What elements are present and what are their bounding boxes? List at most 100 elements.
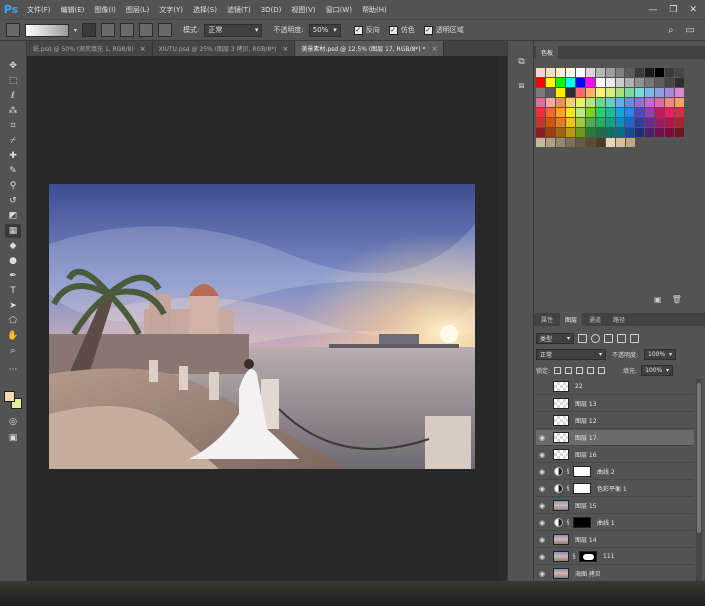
color-swatch[interactable]: [545, 118, 555, 127]
color-swatch[interactable]: [575, 128, 585, 137]
eye-icon[interactable]: ◉: [536, 415, 548, 427]
layer-row[interactable]: ◉ § 曲线 2: [536, 464, 694, 480]
lock-all-icon[interactable]: [598, 367, 606, 374]
color-swatch[interactable]: [575, 98, 585, 107]
color-swatch[interactable]: [585, 108, 595, 117]
layer-thumbnail[interactable]: [553, 415, 569, 426]
color-swatches[interactable]: [4, 391, 24, 411]
clone-stamp-tool-icon[interactable]: ⚲: [5, 179, 21, 193]
layer-row[interactable]: ◉ 图层 12: [536, 413, 694, 429]
color-swatch[interactable]: [546, 138, 555, 147]
color-swatch[interactable]: [635, 88, 645, 97]
color-swatch[interactable]: [626, 138, 635, 147]
adjustment-filter-icon[interactable]: [591, 334, 600, 343]
color-swatch[interactable]: [536, 88, 545, 97]
color-swatch[interactable]: [615, 78, 625, 87]
color-swatch[interactable]: [566, 138, 575, 147]
color-swatch[interactable]: [555, 128, 565, 137]
menu-image[interactable]: 图像(I): [89, 5, 121, 15]
color-swatch[interactable]: [545, 88, 555, 97]
color-swatch[interactable]: [575, 118, 585, 127]
color-swatch[interactable]: [595, 68, 605, 77]
color-swatch[interactable]: [545, 98, 555, 107]
color-swatch[interactable]: [595, 98, 605, 107]
eye-icon[interactable]: ◉: [536, 517, 548, 529]
smart-object-filter-icon[interactable]: [630, 334, 639, 343]
eye-icon[interactable]: ◉: [536, 551, 548, 563]
blur-tool-icon[interactable]: ◆: [5, 239, 21, 253]
layer-row[interactable]: ◉ 图层 16: [536, 447, 694, 463]
color-swatch[interactable]: [565, 118, 575, 127]
color-swatch[interactable]: [585, 88, 595, 97]
layer-row[interactable]: ◉ 海图 拷贝: [536, 566, 694, 581]
color-swatch[interactable]: [585, 128, 595, 137]
color-swatch[interactable]: [605, 68, 615, 77]
color-swatch[interactable]: [595, 78, 605, 87]
color-swatch[interactable]: [545, 128, 555, 137]
color-swatch[interactable]: [536, 128, 545, 137]
layer-row[interactable]: ◉ 图层 17: [536, 430, 694, 446]
color-swatch[interactable]: [625, 68, 635, 77]
search-icon[interactable]: ⌕: [668, 25, 674, 36]
diamond-gradient-button[interactable]: [158, 23, 173, 37]
color-swatch[interactable]: [565, 98, 575, 107]
layer-scrollbar[interactable]: [696, 379, 702, 581]
color-swatch[interactable]: [605, 108, 615, 117]
tab-swatches[interactable]: 色板: [536, 46, 559, 59]
color-swatch[interactable]: [565, 78, 575, 87]
eye-icon[interactable]: ◉: [536, 398, 548, 410]
color-swatch[interactable]: [605, 118, 615, 127]
menu-filter[interactable]: 滤镜(T): [222, 5, 256, 15]
reverse-option[interactable]: ✓ 反向: [353, 25, 380, 35]
layer-row[interactable]: ◉ 22: [536, 379, 694, 395]
layer-thumbnail[interactable]: [553, 432, 569, 443]
menu-edit[interactable]: 编辑(E): [56, 5, 90, 15]
transparency-checkbox[interactable]: ✓: [423, 25, 433, 35]
color-swatch[interactable]: [545, 108, 555, 117]
color-swatch[interactable]: [675, 78, 685, 87]
color-swatch[interactable]: [575, 88, 585, 97]
eyedropper-tool-icon[interactable]: ⌿: [5, 134, 21, 148]
layer-mask-thumbnail[interactable]: [573, 466, 591, 477]
color-swatch[interactable]: [665, 98, 675, 107]
foreground-color-swatch[interactable]: [4, 391, 15, 402]
color-swatch[interactable]: [536, 98, 545, 107]
color-swatch[interactable]: [645, 68, 655, 77]
tab-properties[interactable]: 属性: [536, 313, 558, 326]
tab-doc-2[interactable]: XIUTU.psd @ 25% (图层 3 拷贝, RGB/8*) ×: [152, 41, 296, 56]
color-swatch[interactable]: [655, 108, 665, 117]
color-swatch[interactable]: [565, 88, 575, 97]
link-icon[interactable]: §: [565, 485, 571, 492]
color-swatch[interactable]: [585, 68, 595, 77]
color-swatch[interactable]: [575, 108, 585, 117]
lock-pixels-icon[interactable]: [565, 367, 573, 374]
color-swatch[interactable]: [576, 138, 585, 147]
color-swatch[interactable]: [635, 78, 645, 87]
color-swatch[interactable]: [536, 68, 545, 77]
color-swatch[interactable]: [585, 78, 595, 87]
shape-tool-icon[interactable]: ⬠: [5, 314, 21, 328]
history-brush-tool-icon[interactable]: ↺: [5, 194, 21, 208]
color-swatch[interactable]: [675, 98, 685, 107]
eye-icon[interactable]: ◉: [536, 568, 548, 580]
close-icon[interactable]: ×: [283, 45, 289, 53]
workspace-icon[interactable]: ▭: [686, 25, 695, 36]
color-swatch[interactable]: [536, 108, 545, 117]
adjust-panel-icon[interactable]: ⧈: [515, 79, 528, 92]
color-swatch[interactable]: [645, 88, 655, 97]
color-swatch[interactable]: [675, 128, 685, 137]
menu-file[interactable]: 文件(F): [22, 5, 56, 15]
color-swatch[interactable]: [645, 98, 655, 107]
color-swatch[interactable]: [565, 128, 575, 137]
brush-tool-icon[interactable]: ✎: [5, 164, 21, 178]
trash-icon[interactable]: 🗑: [672, 295, 682, 304]
color-swatch[interactable]: [635, 108, 645, 117]
reflected-gradient-button[interactable]: [139, 23, 154, 37]
menu-view[interactable]: 视图(V): [286, 5, 320, 15]
color-swatch[interactable]: [655, 88, 665, 97]
color-swatch[interactable]: [615, 118, 625, 127]
color-swatch[interactable]: [615, 98, 625, 107]
crop-tool-icon[interactable]: ⌗: [5, 119, 21, 133]
pixel-filter-icon[interactable]: [578, 334, 587, 343]
color-swatch[interactable]: [645, 118, 655, 127]
